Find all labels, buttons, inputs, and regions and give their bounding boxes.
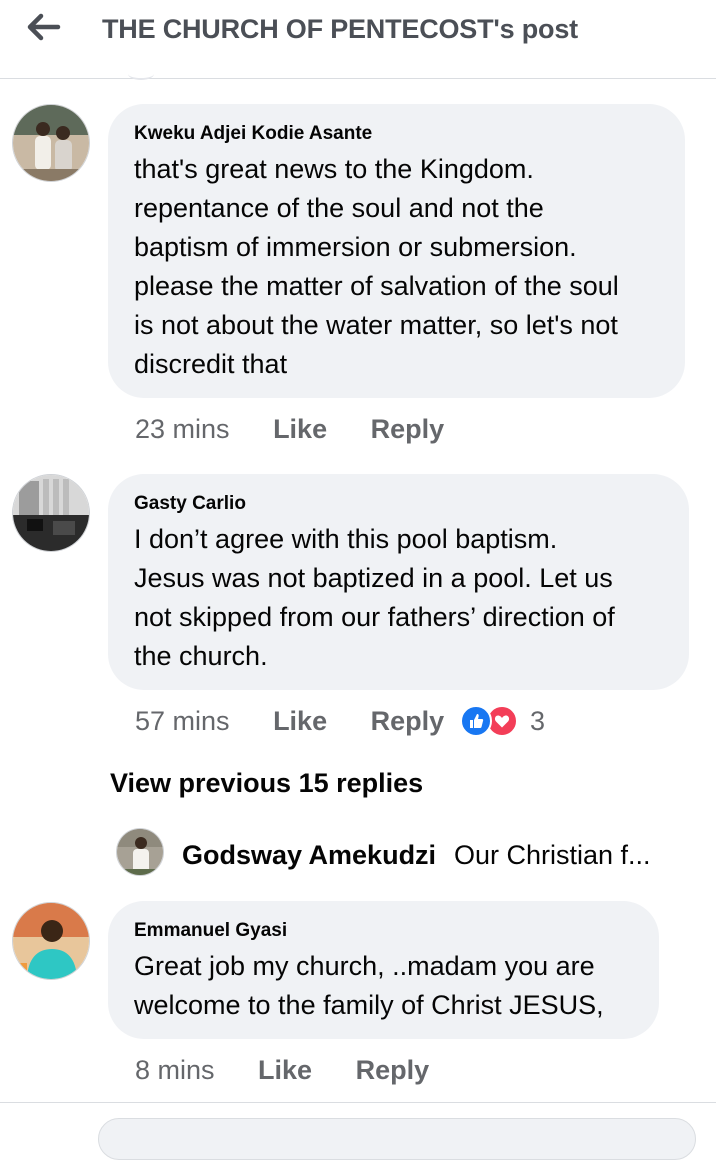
reply-button[interactable]: Reply — [371, 706, 445, 736]
view-previous-replies-link[interactable]: View previous 15 replies — [110, 768, 423, 799]
arrow-left-icon — [27, 13, 61, 41]
comment-text: Great job my church, ..madam you are wel… — [134, 947, 635, 1025]
like-button[interactable]: Like — [273, 414, 327, 444]
avatar[interactable] — [12, 474, 90, 552]
comment-line: that's great news to the Kingdom. — [134, 154, 534, 184]
top-bar: THE CHURCH OF PENTECOST's post — [0, 0, 716, 80]
reply-button[interactable]: Reply — [371, 414, 445, 444]
comment-timestamp[interactable]: 23 mins — [135, 414, 230, 444]
comment-line: Great job my church, ..madam you are — [134, 951, 595, 981]
comment-meta: 57 mins Like Reply — [135, 706, 444, 737]
comment-bubble: Emmanuel Gyasi Great job my church, ..ma… — [108, 901, 659, 1039]
avatar[interactable] — [12, 104, 90, 182]
comment-author[interactable]: Kweku Adjei Kodie Asante — [134, 122, 661, 146]
avatar-photo — [117, 829, 163, 875]
comment-meta: 23 mins Like Reply — [135, 414, 444, 445]
like-button[interactable]: Like — [273, 706, 327, 736]
comment-line: discredit that — [134, 349, 288, 379]
comment-timestamp[interactable]: 8 mins — [135, 1055, 215, 1085]
comment-line: I don’t agree with this pool baptism. — [134, 524, 558, 554]
comment-composer-input[interactable] — [98, 1118, 696, 1160]
divider — [0, 1102, 716, 1103]
comment-line: baptism of immersion or submersion. — [134, 232, 577, 262]
comment-text: I don’t agree with this pool baptism. Je… — [134, 520, 665, 676]
avatar-photo — [13, 903, 89, 979]
comment-line: welcome to the family of Christ JESUS, — [134, 990, 604, 1020]
reaction-count: 3 — [530, 705, 546, 736]
comment-line: not skipped from our fathers’ direction … — [134, 602, 615, 632]
avatar[interactable] — [12, 902, 90, 980]
back-button[interactable] — [26, 10, 66, 44]
reply-author: Godsway Amekudzi — [182, 840, 437, 870]
page-title: THE CHURCH OF PENTECOST's post — [102, 14, 578, 44]
reply-snippet: Our Christian f... — [454, 840, 651, 870]
reply-preview[interactable]: Godsway Amekudzi Our Christian f... — [116, 828, 686, 878]
comment-line: Jesus was not baptized in a pool. Let us — [134, 563, 613, 593]
avatar-photo — [13, 105, 89, 181]
reaction-summary[interactable]: 3 — [460, 705, 545, 737]
avatar-photo — [13, 475, 89, 551]
comment-bubble: Kweku Adjei Kodie Asante that's great ne… — [108, 104, 685, 398]
comment-author[interactable]: Emmanuel Gyasi — [134, 919, 635, 943]
reply-button[interactable]: Reply — [356, 1055, 430, 1085]
comment-meta: 8 mins Like Reply — [135, 1055, 429, 1086]
thumbs-up-icon — [460, 705, 492, 737]
comment-line: the church. — [134, 641, 268, 671]
comment-author[interactable]: Gasty Carlio — [134, 492, 665, 516]
comment-line: repentance of the soul and not the — [134, 193, 544, 223]
scroll-indicator — [128, 68, 154, 80]
comment-line: please the matter of salvation of the so… — [134, 271, 619, 301]
comment-line: is not about the water matter, so let's … — [134, 310, 618, 340]
comment-timestamp[interactable]: 57 mins — [135, 706, 230, 736]
comment-text: that's great news to the Kingdom. repent… — [134, 150, 661, 384]
comment-bubble: Gasty Carlio I don’t agree with this poo… — [108, 474, 689, 690]
like-button[interactable]: Like — [258, 1055, 312, 1085]
avatar[interactable] — [116, 828, 164, 876]
